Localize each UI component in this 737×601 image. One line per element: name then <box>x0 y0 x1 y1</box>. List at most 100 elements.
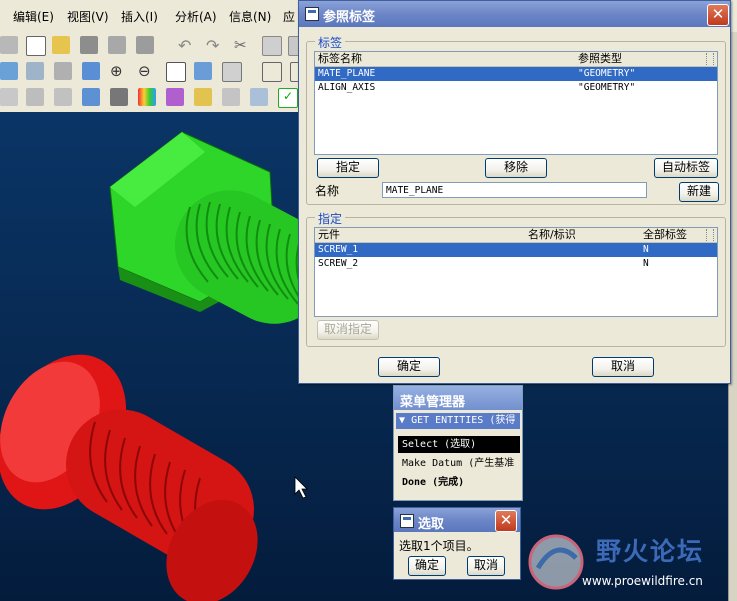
family-table-icon[interactable] <box>166 88 184 106</box>
assign-table[interactable]: 元件 名称/标识 全部标签 SCREW_1 N SCREW_2 N <box>314 227 718 317</box>
new-icon[interactable] <box>26 36 46 56</box>
new-button[interactable]: 新建 <box>679 182 719 202</box>
refit-icon[interactable] <box>166 62 186 82</box>
zoom-in-icon[interactable]: ⊕ <box>110 62 128 80</box>
auto-tag-button[interactable]: 自动标签 <box>654 158 718 178</box>
save-icon[interactable] <box>80 36 98 54</box>
window-icon <box>305 7 319 21</box>
select-dialog-title: 选取 <box>418 517 445 532</box>
assign-button[interactable]: 指定 <box>317 158 379 178</box>
tags-table[interactable]: 标签名称 参照类型 MATE_PLANE "GEOMETRY" ALIGN_AX… <box>314 51 718 155</box>
all-tags-cell: N <box>643 258 649 269</box>
table-row[interactable]: SCREW_2 N <box>315 257 717 271</box>
ref-type-cell: "GEOMETRY" <box>578 82 636 93</box>
repaint-icon[interactable] <box>82 62 100 80</box>
view-icon[interactable] <box>262 62 282 82</box>
get-entities-submenu[interactable]: ▼ GET ENTITIES (获得 <box>396 413 520 429</box>
section-icon[interactable] <box>26 88 44 106</box>
tag-name-cell: MATE_PLANE <box>318 68 376 79</box>
menu-info[interactable]: 信息(N) <box>229 8 271 25</box>
menu-analysis[interactable]: 分析(A) <box>175 8 217 25</box>
cancel-button[interactable]: 取消 <box>592 357 654 377</box>
component-cell: SCREW_2 <box>318 258 359 269</box>
remove-button[interactable]: 移除 <box>485 158 547 178</box>
reference-tag-dialog: 参照标签 ✕ 标签 标签名称 参照类型 MATE_PLANE "GEOMETRY… <box>298 0 731 384</box>
select-close-button[interactable]: ✕ <box>495 510 517 532</box>
menu-view[interactable]: 视图(V) <box>67 8 109 25</box>
menu-item-done[interactable]: Done (完成) <box>398 474 520 491</box>
dialog-title: 参照标签 <box>323 10 376 25</box>
shading-icon[interactable] <box>82 88 100 106</box>
layer-tree-icon[interactable] <box>250 88 268 106</box>
window-icon <box>400 514 414 528</box>
menu-manager: 菜单管理器 ▼ GET ENTITIES (获得 Select (选取) Mak… <box>393 385 523 501</box>
unassign-button[interactable]: 取消指定 <box>317 320 379 340</box>
spin-icon[interactable] <box>194 62 212 80</box>
redo-icon[interactable]: ↷ <box>206 36 224 55</box>
curve-icon[interactable] <box>54 88 72 106</box>
table-row[interactable]: MATE_PLANE "GEOMETRY" <box>315 67 717 81</box>
datum-display-icon[interactable] <box>222 62 242 82</box>
select-message: 选取1个项目。 <box>399 539 479 553</box>
proewildfire-watermark: 野火论坛 www.proewildfire.cn <box>526 530 731 596</box>
col-tag-name[interactable]: 标签名称 <box>318 52 362 66</box>
select-dialog-titlebar[interactable]: 选取 ✕ <box>394 508 520 532</box>
col-name-id[interactable]: 名称/标识 <box>528 228 576 242</box>
rotate-icon[interactable] <box>0 62 18 80</box>
name-field[interactable]: MATE_PLANE <box>382 182 647 198</box>
dialog-titlebar[interactable]: 参照标签 ✕ <box>299 1 730 27</box>
tags-group: 标签 标签名称 参照类型 MATE_PLANE "GEOMETRY" ALIGN… <box>306 34 726 205</box>
menu-item-select[interactable]: Select (选取) <box>398 436 520 453</box>
regenerate-icon[interactable] <box>0 36 18 54</box>
tags-table-header: 标签名称 参照类型 <box>315 52 717 67</box>
component-cell: SCREW_1 <box>318 244 359 255</box>
relations-icon[interactable] <box>194 88 212 106</box>
layers-icon[interactable] <box>26 62 44 80</box>
sketch-icon[interactable] <box>138 88 156 106</box>
save-copy-icon[interactable] <box>108 36 126 54</box>
model-tree-icon[interactable] <box>54 62 72 80</box>
red-screw[interactable] <box>0 332 276 601</box>
layer-icon[interactable] <box>222 88 240 106</box>
watermark-title: 野火论坛 <box>596 537 705 566</box>
check-icon[interactable]: ✓ <box>278 88 298 108</box>
select-cancel-button[interactable]: 取消 <box>467 556 505 576</box>
close-button[interactable]: ✕ <box>707 4 729 26</box>
undo-icon[interactable]: ↶ <box>178 36 196 55</box>
col-component[interactable]: 元件 <box>318 228 340 242</box>
triangle-down-icon: ▼ <box>399 415 406 426</box>
print-icon[interactable] <box>136 36 154 54</box>
col-ref-type[interactable]: 参照类型 <box>578 52 622 66</box>
select-ok-button[interactable]: 确定 <box>408 556 446 576</box>
cut-icon[interactable]: ✂ <box>234 36 252 54</box>
select-dialog: 选取 ✕ 选取1个项目。 确定 取消 <box>393 507 521 580</box>
column-resize-handle[interactable] <box>706 53 714 65</box>
menu-applications[interactable]: 应 <box>283 8 295 25</box>
tags-group-legend: 标签 <box>315 34 346 51</box>
menu-insert[interactable]: 插入(I) <box>121 8 158 25</box>
menu-manager-titlebar[interactable]: 菜单管理器 <box>394 386 522 410</box>
measure-icon[interactable] <box>0 88 18 106</box>
assign-table-header: 元件 名称/标识 全部标签 <box>315 228 717 243</box>
copy-icon[interactable] <box>262 36 282 56</box>
submenu-label: GET ENTITIES (获得 <box>411 415 516 426</box>
ref-type-cell: "GEOMETRY" <box>578 68 636 79</box>
mouse-cursor <box>294 476 308 499</box>
column-resize-handle[interactable] <box>706 229 714 241</box>
assign-group-legend: 指定 <box>315 210 346 227</box>
menu-edit[interactable]: 编辑(E) <box>13 8 54 25</box>
table-row[interactable]: ALIGN_AXIS "GEOMETRY" <box>315 81 717 95</box>
open-icon[interactable] <box>52 36 70 54</box>
menu-manager-title: 菜单管理器 <box>400 395 466 410</box>
table-row[interactable]: SCREW_1 N <box>315 243 717 257</box>
name-label: 名称 <box>315 184 340 198</box>
all-tags-cell: N <box>643 244 649 255</box>
assign-group: 指定 元件 名称/标识 全部标签 SCREW_1 N SCREW_2 N 取消指… <box>306 210 726 347</box>
col-all-tags[interactable]: 全部标签 <box>643 228 687 242</box>
zoom-out-icon[interactable]: ⊖ <box>138 62 156 80</box>
menu-item-make-datum[interactable]: Make Datum (产生基准 <box>398 455 520 472</box>
tag-name-cell: ALIGN_AXIS <box>318 82 376 93</box>
toolbar-area: ↶ ↷ ✂ ⊕ ⊖ ✓ <box>0 32 310 112</box>
appearance-icon[interactable] <box>110 88 128 106</box>
ok-button[interactable]: 确定 <box>378 357 440 377</box>
